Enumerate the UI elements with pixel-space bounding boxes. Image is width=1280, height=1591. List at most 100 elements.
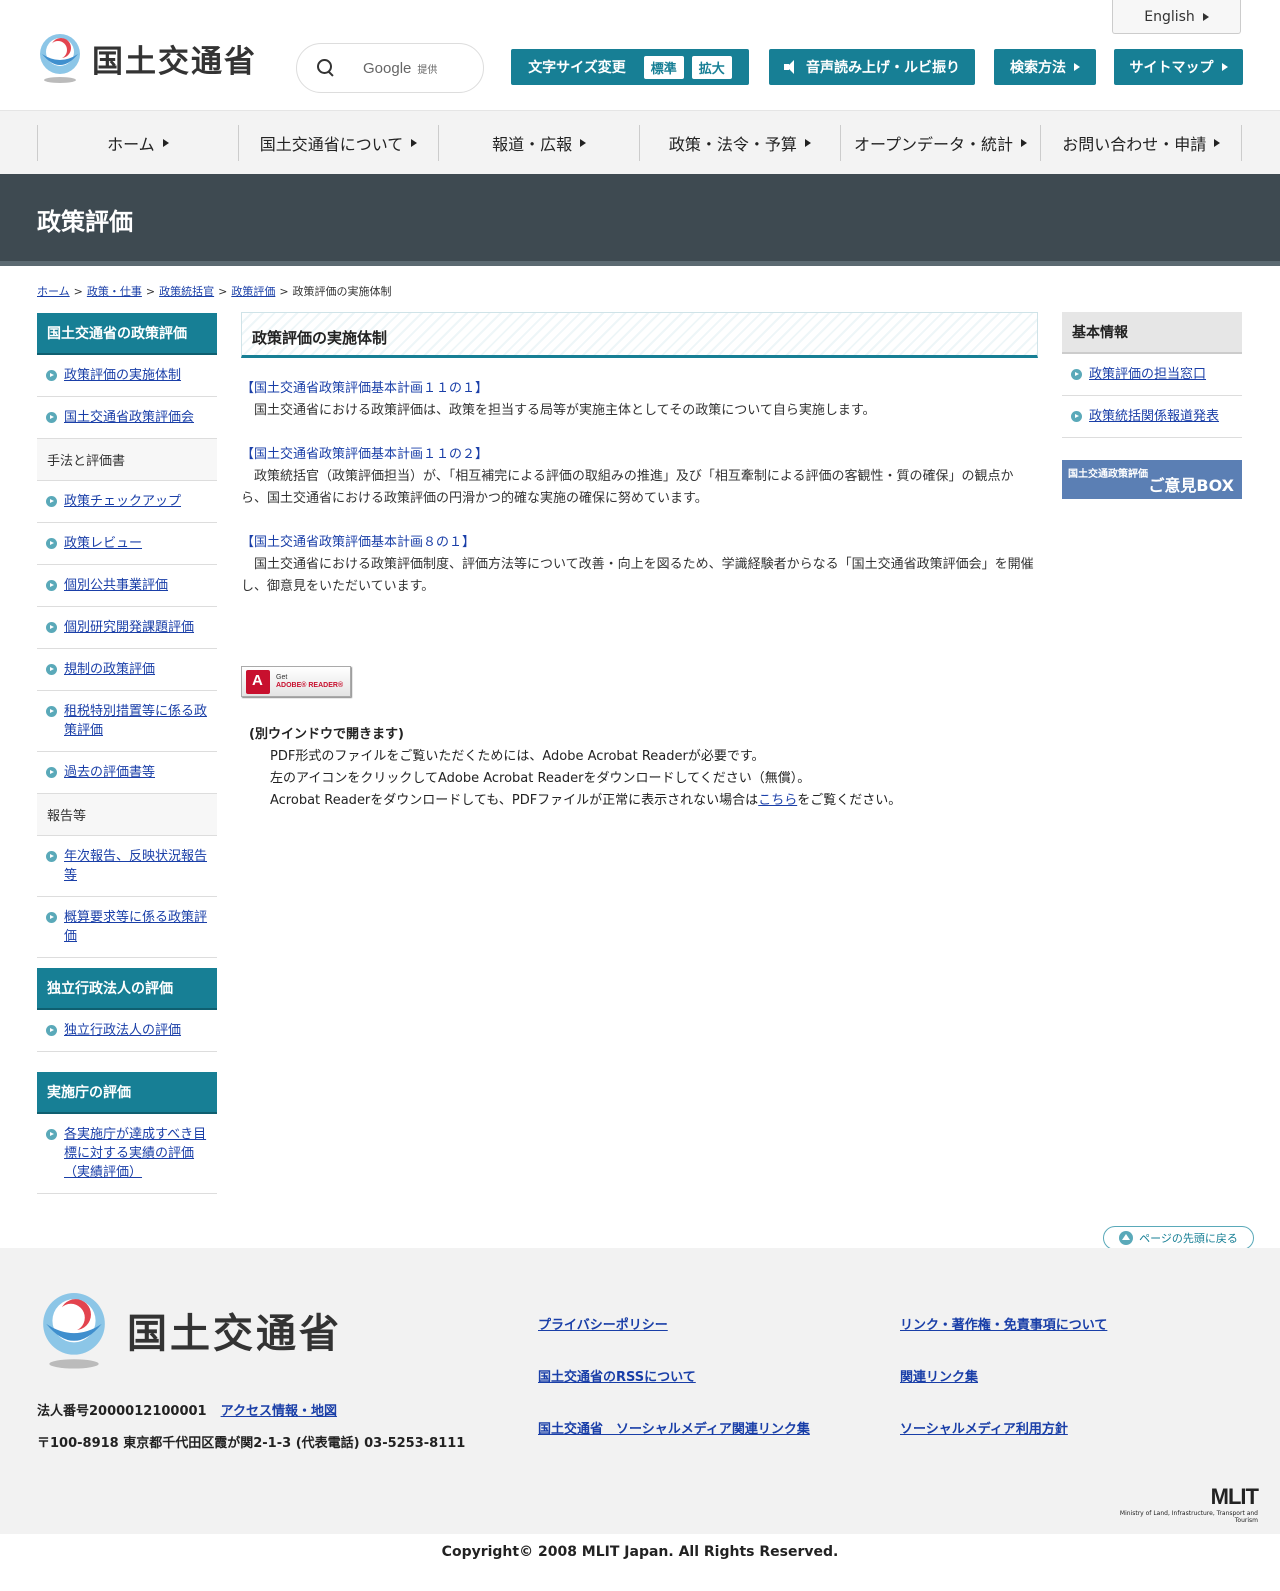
adobe-reader-label: ADOBE® READER® <box>276 681 344 689</box>
footer-link-copyright[interactable]: リンク・著作権・免責事項について <box>900 1314 1107 1333</box>
sidebar-link[interactable]: 政策チェックアップ <box>64 494 181 509</box>
sidebar-item[interactable]: 過去の評価書等 <box>37 752 217 794</box>
search-brand: Google <box>363 59 412 77</box>
sidebar-link[interactable]: 過去の評価書等 <box>64 765 155 780</box>
footer-site-name: 国土交通省 <box>127 1311 342 1357</box>
sidebar-item[interactable]: 政策レビュー <box>37 523 217 565</box>
breadcrumb: ホーム > 政策・仕事 > 政策統括官 > 政策評価 > 政策評価の実施体制 <box>37 283 392 299</box>
pdf-note: (別ウインドウで開きます) PDF形式のファイルをご覧いただくためには、Adob… <box>249 724 901 812</box>
global-nav: ホーム 国土交通省について 報道・広報 政策・法令・予算 オープンデータ・統計 … <box>0 110 1280 174</box>
sidebar-item[interactable]: 個別公共事業評価 <box>37 565 217 607</box>
sitemap-button[interactable]: サイトマップ <box>1114 49 1243 85</box>
opinion-box-subtitle: 国土交通政策評価 <box>1068 469 1148 480</box>
breadcrumb-link[interactable]: 政策統括官 <box>159 285 214 298</box>
pdf-help-link[interactable]: こちら <box>758 793 797 808</box>
footer-link-related[interactable]: 関連リンク集 <box>900 1366 978 1385</box>
breadcrumb-link[interactable]: 政策評価 <box>231 285 275 298</box>
font-size-label: 文字サイズ変更 <box>528 60 626 76</box>
opinion-box-title: ご意見BOX <box>1148 476 1234 495</box>
pdf-note-title: (別ウインドウで開きます) <box>249 727 404 742</box>
search-box[interactable]: Google 提供 <box>296 43 484 93</box>
triangle-right-icon <box>162 139 169 147</box>
sidebar-item[interactable]: 各実施庁が達成すべき目標に対する実績の評価（実績評価） <box>37 1114 217 1194</box>
gnav-policy[interactable]: 政策・法令・予算 <box>639 125 840 161</box>
right-sidebar-item[interactable]: 政策統括関係報道発表 <box>1062 396 1242 438</box>
right-sidebar-item[interactable]: 政策評価の担当窓口 <box>1062 354 1242 396</box>
sitemap-label: サイトマップ <box>1129 60 1214 76</box>
corporate-number-text: 法人番号2000012100001 <box>37 1404 207 1419</box>
sidebar-link[interactable]: 政策レビュー <box>64 536 142 551</box>
sidebar-item[interactable]: 国土交通省政策評価会 <box>37 397 217 439</box>
sidebar-link[interactable]: 個別公共事業評価 <box>64 578 168 593</box>
sidebar-item[interactable]: 規制の政策評価 <box>37 649 217 691</box>
sidebar-link[interactable]: 概算要求等に係る政策評価 <box>64 910 207 944</box>
access-map-link[interactable]: アクセス情報・地図 <box>221 1404 337 1419</box>
content-block: 【国土交通省政策評価基本計画１１の２】 政策統括官（政策評価担当）が、「相互補完… <box>241 444 1038 510</box>
font-size-standard-button[interactable]: 標準 <box>643 55 684 79</box>
search-icon[interactable] <box>317 59 335 77</box>
right-sidebar-link[interactable]: 政策評価の担当窓口 <box>1089 367 1206 382</box>
sidebar-link[interactable]: 租税特別措置等に係る政策評価 <box>64 704 207 738</box>
sidebar-link[interactable]: 国土交通省政策評価会 <box>64 410 194 425</box>
pdf-note-text: Acrobat Readerをダウンロードしても、PDFファイルが正常に表示され… <box>270 793 759 808</box>
triangle-right-icon <box>580 139 587 147</box>
breadcrumb-link[interactable]: ホーム <box>37 285 70 298</box>
sidebar-link[interactable]: 年次報告、反映状況報告等 <box>64 849 207 883</box>
sidebar-item[interactable]: 政策チェックアップ <box>37 481 217 523</box>
sidebar-item[interactable]: 概算要求等に係る政策評価 <box>37 897 217 958</box>
adobe-reader-badge[interactable]: GetADOBE® READER® <box>241 666 351 697</box>
triangle-right-icon <box>1221 63 1228 71</box>
sidebar-item[interactable]: 個別研究開発課題評価 <box>37 607 217 649</box>
left-sidebar-agency-eval: 独立行政法人の評価 独立行政法人の評価 <box>37 968 217 1052</box>
mlit-logo-icon <box>36 32 84 84</box>
search-method-button[interactable]: 検索方法 <box>994 49 1096 85</box>
back-to-top-label: ページの先頭に戻る <box>1139 1232 1238 1245</box>
gnav-label: 国土交通省について <box>259 135 404 154</box>
arrow-circle-icon <box>46 664 57 675</box>
footer-link-social-links[interactable]: 国土交通省 ソーシャルメディア関連リンク集 <box>538 1418 810 1437</box>
sidebar-item[interactable]: 年次報告、反映状況報告等 <box>37 836 217 897</box>
sidebar-item[interactable]: 租税特別措置等に係る政策評価 <box>37 691 217 752</box>
sidebar-group-label: 報告等 <box>37 794 217 836</box>
pdf-note-line: PDF形式のファイルをご覧いただくためには、Adobe Acrobat Read… <box>270 749 765 764</box>
breadcrumb-link[interactable]: 政策・仕事 <box>87 285 142 298</box>
right-sidebar-link[interactable]: 政策統括関係報道発表 <box>1089 409 1219 424</box>
back-to-top-button[interactable]: ページの先頭に戻る <box>1103 1226 1254 1250</box>
footer-logo[interactable]: 国土交通省 <box>37 1288 342 1372</box>
english-link[interactable]: English <box>1112 0 1241 34</box>
block-title: 【国土交通省政策評価基本計画８の１】 <box>241 535 476 550</box>
english-label: English <box>1144 8 1195 25</box>
gnav-contact[interactable]: お問い合わせ・申請 <box>1040 125 1243 161</box>
gnav-label: お問い合わせ・申請 <box>1062 135 1207 154</box>
sidebar-item[interactable]: 政策評価の実施体制 <box>37 355 217 397</box>
main-content: 政策評価の実施体制 【国土交通省政策評価基本計画１１の１】 国土交通省における政… <box>241 312 1038 808</box>
page-title: 政策評価 <box>37 208 133 236</box>
opinion-box-banner[interactable]: 国土交通政策評価 ご意見BOX <box>1062 460 1242 499</box>
gnav-about[interactable]: 国土交通省について <box>237 125 439 161</box>
sidebar-link[interactable]: 規制の政策評価 <box>64 662 155 677</box>
triangle-right-icon <box>1074 63 1080 71</box>
sidebar-link[interactable]: 政策評価の実施体制 <box>64 368 181 383</box>
site-logo[interactable]: 国土交通省 <box>36 32 257 84</box>
right-sidebar-title: 基本情報 <box>1062 312 1242 354</box>
corporate-number: 法人番号2000012100001 アクセス情報・地図 <box>37 1400 337 1419</box>
speech-button[interactable]: 音声読み上げ・ルビ振り <box>769 49 975 85</box>
footer-link-privacy[interactable]: プライバシーポリシー <box>538 1314 668 1333</box>
gnav-label: 報道・広報 <box>492 135 573 154</box>
site-name: 国土交通省 <box>92 43 257 80</box>
footer-link-rss[interactable]: 国土交通省のRSSについて <box>538 1366 696 1385</box>
gnav-press[interactable]: 報道・広報 <box>438 125 639 161</box>
block-text: 国土交通省における政策評価は、政策を担当する局等が実施主体としてその政策について… <box>254 403 876 418</box>
pdf-note-line: 左のアイコンをクリックしてAdobe Acrobat Readerをダウンロード… <box>270 771 811 786</box>
footer-link-social-policy[interactable]: ソーシャルメディア利用方針 <box>900 1418 1068 1437</box>
font-size-large-button[interactable]: 拡大 <box>691 55 732 79</box>
arrow-circle-icon <box>46 1129 57 1140</box>
gnav-opendata[interactable]: オープンデータ・統計 <box>839 125 1041 161</box>
sidebar-link[interactable]: 個別研究開発課題評価 <box>64 620 194 635</box>
sidebar-link[interactable]: 各実施庁が達成すべき目標に対する実績の評価（実績評価） <box>64 1127 206 1180</box>
sidebar-item[interactable]: 独立行政法人の評価 <box>37 1010 217 1052</box>
sidebar-section-title: 国土交通省の政策評価 <box>37 313 217 355</box>
sidebar-link[interactable]: 独立行政法人の評価 <box>64 1023 181 1038</box>
breadcrumb-current: 政策評価の実施体制 <box>292 285 392 298</box>
gnav-home[interactable]: ホーム <box>37 125 238 161</box>
